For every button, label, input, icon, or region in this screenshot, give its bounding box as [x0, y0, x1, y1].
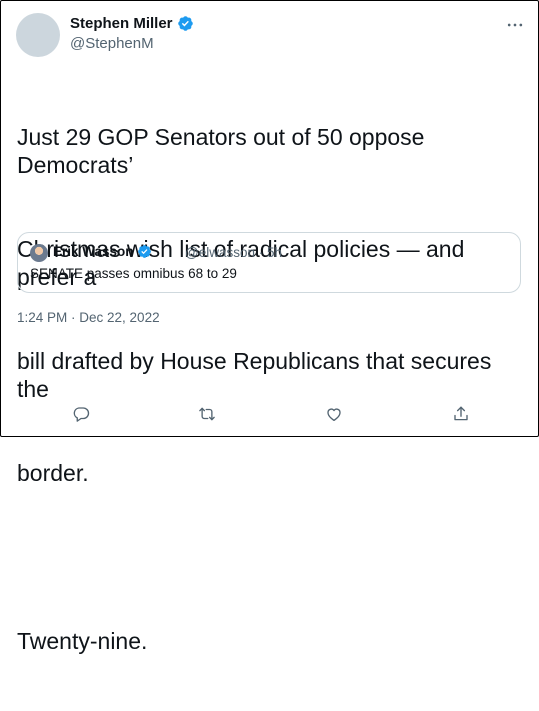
share-icon[interactable] — [450, 403, 472, 425]
quoted-author-name-row[interactable]: Erik Wasson — [53, 244, 152, 259]
quoted-author-avatar[interactable] — [30, 244, 48, 262]
tweet-closing-line: Twenty-nine. — [17, 628, 148, 654]
tweet-card[interactable]: Stephen Miller @StephenM Just 29 GOP Sen… — [0, 0, 539, 654]
tweet-line: Just 29 GOP Senators out of 50 oppose De… — [17, 124, 431, 178]
author-name[interactable]: Stephen Miller — [70, 15, 173, 32]
tweet-text: Just 29 GOP Senators out of 50 oppose De… — [17, 67, 522, 711]
quoted-tweet[interactable]: Erik Wasson @elwasson · 5h SENATE passes… — [17, 232, 521, 293]
quoted-tweet-text: SENATE passes omnibus 68 to 29 — [30, 266, 237, 281]
author-avatar[interactable] — [16, 13, 60, 57]
tweet-timestamp[interactable]: 1:24 PM · Dec 22, 2022 — [17, 310, 160, 325]
like-icon[interactable] — [323, 403, 345, 425]
retweet-icon[interactable] — [196, 403, 218, 425]
verified-badge-icon — [137, 244, 152, 259]
more-options-icon[interactable] — [505, 15, 525, 35]
author-name-row[interactable]: Stephen Miller — [70, 15, 194, 32]
reply-icon[interactable] — [70, 403, 92, 425]
author-handle[interactable]: @StephenM — [70, 35, 154, 52]
tweet-line: border. — [17, 460, 89, 486]
tweet-line: bill drafted by House Republicans that s… — [17, 348, 498, 402]
quoted-author-name[interactable]: Erik Wasson — [53, 244, 134, 259]
verified-badge-icon — [177, 15, 194, 32]
quoted-author-handle-time[interactable]: @elwasson · 5h — [185, 245, 282, 260]
